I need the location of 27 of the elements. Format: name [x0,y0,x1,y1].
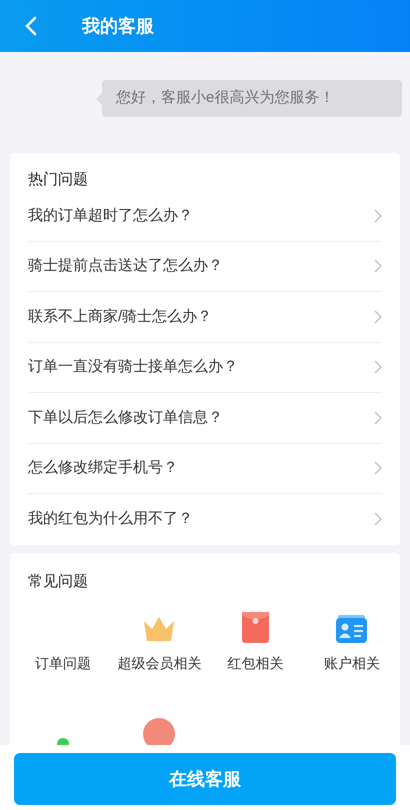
chevron-right-icon [374,208,382,223]
section-title: 常见问题 [27,572,89,592]
crown-icon [142,614,176,642]
question-item[interactable]: 骑士提前点击送达了怎么办？ [28,242,382,292]
question-item[interactable]: 怎么修改绑定手机号？ [28,444,382,494]
chevron-right-icon [374,310,382,324]
back-icon [25,16,37,36]
category-item[interactable]: 账户相关 [304,606,400,674]
page-title: 我的客服 [82,14,154,38]
section-title: 热门问题 [27,170,89,190]
question-item[interactable]: 联系不上商家/骑士怎么办？ [28,292,382,342]
question-item[interactable]: 我的订单超时了怎么办？ [28,191,382,242]
chevron-right-icon [374,259,382,274]
id-card-icon [336,614,368,642]
chevron-right-icon [374,360,382,374]
envelope-icon [242,612,270,642]
category-item[interactable]: 红包相关 [208,606,304,674]
chevron-right-icon [374,410,382,425]
chevron-right-icon [374,512,382,526]
chevron-right-icon [374,461,382,476]
question-item[interactable]: 我的红包为什么用不了？ [28,494,382,544]
question-item[interactable]: 订单一直没有骑士接单怎么办？ [28,342,382,393]
category-item[interactable]: 订单问题 [15,606,112,674]
question-item[interactable]: 下单以后怎么修改订单信息？ [28,393,382,444]
chat-bubble: 您好，客服小e很高兴为您服务！ [102,80,402,117]
category-item[interactable]: 超级会员相关 [111,606,208,674]
bubble-tail-icon [96,93,102,105]
